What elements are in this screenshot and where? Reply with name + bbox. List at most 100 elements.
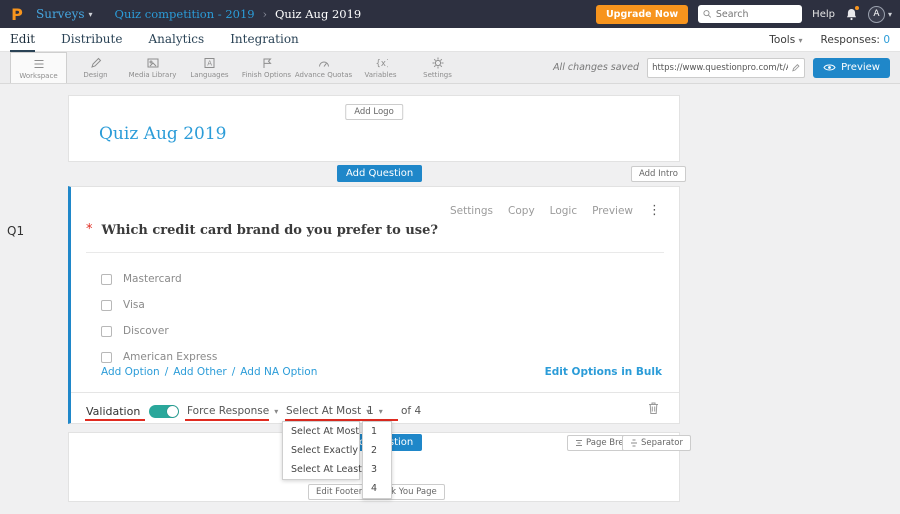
finish-options-icon <box>263 58 272 68</box>
svg-text:A: A <box>207 60 212 68</box>
media-library-icon <box>147 58 158 68</box>
question-logic-link[interactable]: Logic <box>550 205 577 217</box>
question-number-label: Q1 <box>7 224 25 238</box>
responses-label: Responses: <box>820 33 880 46</box>
svg-text:{x}: {x} <box>375 59 388 69</box>
responses-link[interactable]: Responses: 0 <box>821 34 890 46</box>
toolbar-item-settings[interactable]: Settings <box>409 52 466 83</box>
option-checkbox[interactable] <box>101 299 112 311</box>
toolbar-item-workspace[interactable]: Workspace <box>10 52 67 83</box>
annotation-underline <box>85 419 145 421</box>
main-nav: Edit Distribute Analytics Integration To… <box>0 28 900 52</box>
tools-menu[interactable]: Tools ▾ <box>769 34 802 46</box>
eye-icon <box>823 64 836 71</box>
option-checkbox[interactable] <box>101 273 112 285</box>
option-label[interactable]: Discover <box>123 325 169 337</box>
toolbar-item-media-library[interactable]: Media Library <box>124 52 181 83</box>
add-na-option-link[interactable]: Add NA Option <box>240 366 317 378</box>
of-total-label: of 4 <box>401 405 422 417</box>
edit-options-in-bulk-link[interactable]: Edit Options in Bulk <box>545 366 662 378</box>
toolbar-item-finish-options[interactable]: Finish Options <box>238 52 295 83</box>
survey-title[interactable]: Quiz Aug 2019 <box>99 124 226 144</box>
tab-integration[interactable]: Integration <box>230 28 299 52</box>
responses-count: 0 <box>883 33 890 46</box>
question-copy-link[interactable]: Copy <box>508 205 535 217</box>
toolbar-item-advance-quotas[interactable]: Advance Quotas <box>295 52 352 83</box>
toolbar-item-label: Languages <box>190 71 229 79</box>
workspace-icon <box>34 59 43 68</box>
toolbar-item-label: Advance Quotas <box>294 71 353 79</box>
preview-label: Preview <box>841 62 880 73</box>
variables-icon: {x} <box>375 59 388 69</box>
edit-footer-button[interactable]: Edit Footer <box>308 484 371 500</box>
link-separator: / <box>164 366 169 378</box>
preview-button[interactable]: Preview <box>813 57 890 78</box>
select-mode-dropdown: Select At Most Select Exactly Select At … <box>282 421 362 480</box>
option-checkbox[interactable] <box>101 325 112 337</box>
toolbar-item-label: Variables <box>364 71 397 79</box>
count-select[interactable]: 1 ▾ <box>367 405 383 417</box>
option-label[interactable]: American Express <box>123 351 217 363</box>
select-mode-select[interactable]: Select At Most ▾ <box>286 405 370 417</box>
page-break-icon <box>576 440 582 446</box>
add-other-link[interactable]: Add Other <box>173 366 226 378</box>
question-settings-link[interactable]: Settings <box>450 205 493 217</box>
toolbar-item-variables[interactable]: {x} Variables <box>352 52 409 83</box>
dropdown-option-select-exactly[interactable]: Select Exactly <box>283 441 359 460</box>
tab-analytics[interactable]: Analytics <box>148 28 204 52</box>
surveys-menu[interactable]: Surveys ▾ <box>36 7 93 21</box>
select-mode-value: Select At Most <box>286 405 362 417</box>
force-response-select[interactable]: Force Response ▾ <box>187 405 278 417</box>
validation-toggle[interactable] <box>149 405 179 418</box>
edit-pencil-icon[interactable] <box>791 63 800 73</box>
more-options-icon[interactable]: ⋮ <box>648 203 661 218</box>
tab-distribute[interactable]: Distribute <box>61 28 122 52</box>
question-preview-link[interactable]: Preview <box>592 205 633 217</box>
help-link[interactable]: Help <box>812 9 835 20</box>
surveys-menu-label: Surveys <box>36 7 85 21</box>
notification-dot <box>854 6 859 10</box>
tab-edit[interactable]: Edit <box>10 28 36 52</box>
dropdown-option-2[interactable]: 2 <box>363 441 391 460</box>
editor-toolbar: Workspace Design Media Library A Languag… <box>0 52 900 84</box>
dropdown-option-4[interactable]: 4 <box>363 479 391 498</box>
add-intro-button[interactable]: Add Intro <box>631 166 686 182</box>
separator-button[interactable]: Separator <box>622 435 691 451</box>
survey-url-input[interactable] <box>652 62 788 73</box>
search-input[interactable] <box>715 8 798 20</box>
chevron-down-icon: ▾ <box>88 9 93 19</box>
question-actions: Settings Copy Logic Preview ⋮ <box>450 203 661 218</box>
add-option-link[interactable]: Add Option <box>101 366 160 378</box>
dropdown-option-select-at-least[interactable]: Select At Least <box>283 460 362 479</box>
dropdown-option-1[interactable]: 1 <box>363 422 391 441</box>
toolbar-item-design[interactable]: Design <box>67 52 124 83</box>
account-menu[interactable]: A ▾ <box>867 5 892 23</box>
survey-header-card: Add Logo Quiz Aug 2019 <box>68 95 680 162</box>
delete-question-trash-icon[interactable] <box>647 401 660 415</box>
question-card: Settings Copy Logic Preview ⋮ * Which cr… <box>68 186 680 424</box>
separator-icon <box>631 439 637 447</box>
breadcrumb-current: Quiz Aug 2019 <box>275 7 362 21</box>
count-dropdown: 1 2 3 4 <box>362 421 392 499</box>
validation-label: Validation <box>86 405 141 418</box>
breadcrumb-parent[interactable]: Quiz competition - 2019 <box>115 7 255 21</box>
notifications-bell-icon[interactable] <box>845 6 859 21</box>
answer-option-row: Visa <box>101 299 145 311</box>
option-add-links: Add Option / Add Other / Add NA Option <box>101 366 317 378</box>
option-label[interactable]: Mastercard <box>123 273 182 285</box>
add-logo-button[interactable]: Add Logo <box>345 104 403 120</box>
toolbar-item-languages[interactable]: A Languages <box>181 52 238 83</box>
add-question-button-top[interactable]: Add Question <box>337 165 423 182</box>
search-icon <box>703 10 712 18</box>
count-value: 1 <box>367 405 374 417</box>
question-text[interactable]: Which credit card brand do you prefer to… <box>102 223 439 238</box>
search-box <box>698 5 803 23</box>
force-response-value: Force Response <box>187 405 270 417</box>
top-bar: P Surveys ▾ Quiz competition - 2019 › Qu… <box>0 0 900 28</box>
upgrade-now-button[interactable]: Upgrade Now <box>595 4 689 24</box>
dropdown-option-3[interactable]: 3 <box>363 460 391 479</box>
option-checkbox[interactable] <box>101 351 112 363</box>
option-label[interactable]: Visa <box>123 299 145 311</box>
dropdown-option-select-at-most[interactable]: Select At Most <box>283 422 359 441</box>
questionpro-logo[interactable]: P <box>8 5 26 24</box>
